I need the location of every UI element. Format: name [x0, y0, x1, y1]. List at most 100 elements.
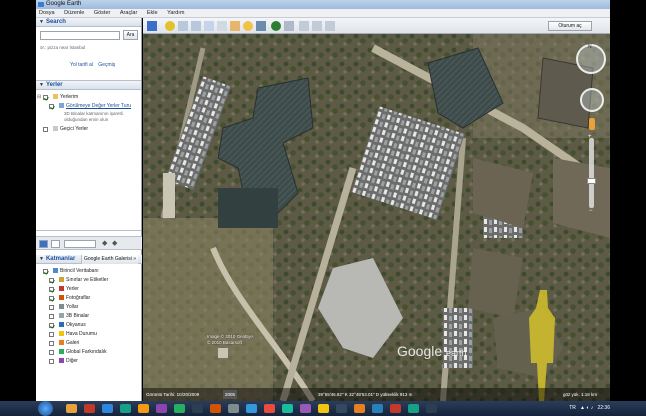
move-control[interactable]: [580, 88, 604, 112]
history-link[interactable]: Geçmiş: [98, 62, 115, 68]
places-item-sightseeing-tour[interactable]: Görülmeye Değer Yerler Turu: [39, 102, 141, 111]
list-view-icon[interactable]: [51, 240, 60, 248]
app-icon[interactable]: [282, 404, 293, 413]
app-icon[interactable]: [372, 404, 383, 413]
app-icon[interactable]: [156, 404, 167, 413]
expand-icon[interactable]: ⊟: [37, 93, 41, 102]
layer-item[interactable]: Yollar: [39, 303, 142, 312]
search-header[interactable]: ▼ Search: [36, 18, 141, 27]
polygon-icon[interactable]: [178, 21, 188, 31]
layer-item[interactable]: Global Farkındalık: [39, 348, 142, 357]
path-icon[interactable]: [191, 21, 201, 31]
browser-icon[interactable]: [102, 404, 113, 413]
app-icon[interactable]: [318, 404, 329, 413]
checkbox[interactable]: [43, 127, 48, 132]
sidebar-toggle-icon[interactable]: [147, 21, 157, 31]
menu-tools[interactable]: Araçlar: [116, 9, 141, 18]
app-icon[interactable]: [210, 404, 221, 413]
window-title: Google Earth: [46, 1, 82, 7]
historical-imagery-icon[interactable]: [230, 21, 240, 31]
app-icon[interactable]: [408, 404, 419, 413]
layer-item[interactable]: Hava Durumu: [39, 330, 142, 339]
map-toolbar: Oturum aç: [143, 18, 610, 34]
app-icon[interactable]: [192, 404, 203, 413]
search-button[interactable]: Ara: [123, 30, 138, 40]
app-icon[interactable]: [120, 404, 131, 413]
checkbox[interactable]: [49, 350, 54, 355]
app-icon[interactable]: [300, 404, 311, 413]
placemark-icon[interactable]: [165, 21, 175, 31]
checkbox[interactable]: [49, 287, 54, 292]
checkbox[interactable]: [49, 314, 54, 319]
layer-item[interactable]: Diğer: [39, 357, 142, 366]
app-icon[interactable]: [426, 404, 437, 413]
street-view-pegman-icon[interactable]: [589, 118, 595, 130]
layer-item[interactable]: Okyanus: [39, 321, 142, 330]
layer-item[interactable]: Yerler: [39, 285, 142, 294]
places-item-temporary[interactable]: Geçici Yerler: [39, 125, 141, 134]
app-icon[interactable]: [264, 404, 275, 413]
menu-edit[interactable]: Düzenle: [60, 9, 88, 18]
places-filter-field[interactable]: [64, 240, 96, 248]
folder-icon: [53, 94, 58, 99]
explorer-icon[interactable]: [66, 404, 77, 413]
sunlight-icon[interactable]: [243, 21, 253, 31]
earth-icon[interactable]: [271, 21, 281, 31]
email-icon[interactable]: [299, 21, 309, 31]
app-icon[interactable]: [174, 404, 185, 413]
checkbox[interactable]: [49, 296, 54, 301]
start-button[interactable]: [38, 401, 53, 416]
app-icon[interactable]: [354, 404, 365, 413]
image-overlay-icon[interactable]: [204, 21, 214, 31]
google-maps-icon[interactable]: [325, 21, 335, 31]
app-icon[interactable]: [138, 404, 149, 413]
planets-icon[interactable]: [256, 21, 266, 31]
layer-item[interactable]: Galeri: [39, 339, 142, 348]
checkbox[interactable]: [49, 323, 54, 328]
media-player-icon[interactable]: [84, 404, 95, 413]
app-icon[interactable]: [246, 404, 257, 413]
zoom-slider[interactable]: [589, 138, 594, 208]
historical-year-button[interactable]: 2005: [223, 390, 238, 399]
zoom-in-icon[interactable]: +: [588, 134, 592, 140]
layer-item[interactable]: 3B Binalar: [39, 312, 142, 321]
layer-item[interactable]: Birincil Veritabanı: [39, 267, 142, 276]
print-icon[interactable]: [312, 21, 322, 31]
checkbox[interactable]: [49, 332, 54, 337]
checkbox[interactable]: [49, 359, 54, 364]
checkbox[interactable]: [49, 278, 54, 283]
menu-help[interactable]: Yardım: [163, 9, 188, 18]
menu-add[interactable]: Ekle: [143, 9, 162, 18]
layer-item[interactable]: Sınırlar ve Etiketler: [39, 276, 142, 285]
record-tour-icon[interactable]: [217, 21, 227, 31]
checkbox[interactable]: [49, 305, 54, 310]
app-icon[interactable]: [228, 404, 239, 413]
signin-button[interactable]: Oturum aç: [548, 21, 592, 31]
move-down-icon[interactable]: ◆: [112, 240, 121, 248]
checkbox[interactable]: [49, 104, 54, 109]
zoom-slider-thumb[interactable]: [587, 178, 596, 184]
earth-gallery-button[interactable]: Google Earth Galerisi »: [81, 255, 138, 264]
layer-label: Birincil Veritabanı: [60, 268, 99, 274]
zoom-out-icon[interactable]: −: [589, 208, 593, 214]
search-places-icon[interactable]: [39, 240, 48, 248]
app-icon[interactable]: [336, 404, 347, 413]
clock[interactable]: 22:36: [597, 405, 610, 411]
language-indicator[interactable]: TR: [569, 405, 576, 411]
status-bar: Görüntü Tarihi: 10/20/2009 2005 39°55'46…: [143, 388, 610, 401]
ruler-icon[interactable]: [284, 21, 294, 31]
checkbox[interactable]: [49, 341, 54, 346]
checkbox[interactable]: [43, 269, 48, 274]
menu-view[interactable]: Göster: [90, 9, 115, 18]
move-up-icon[interactable]: ◆: [102, 240, 111, 248]
places-item-my-places[interactable]: ⊟ Yerlerim: [37, 93, 141, 102]
search-input[interactable]: [40, 31, 120, 40]
app-icon[interactable]: [390, 404, 401, 413]
directions-link[interactable]: Yol tarifi al: [70, 62, 93, 68]
north-indicator-icon[interactable]: N: [588, 44, 592, 50]
checkbox[interactable]: [43, 95, 48, 100]
layers-header[interactable]: ▼ Katmanlar Google Earth Galerisi »: [36, 255, 142, 264]
layer-item[interactable]: Fotoğraflar: [39, 294, 142, 303]
menu-file[interactable]: Dosya: [36, 9, 59, 18]
places-header[interactable]: ▼ Yerler: [36, 81, 141, 90]
